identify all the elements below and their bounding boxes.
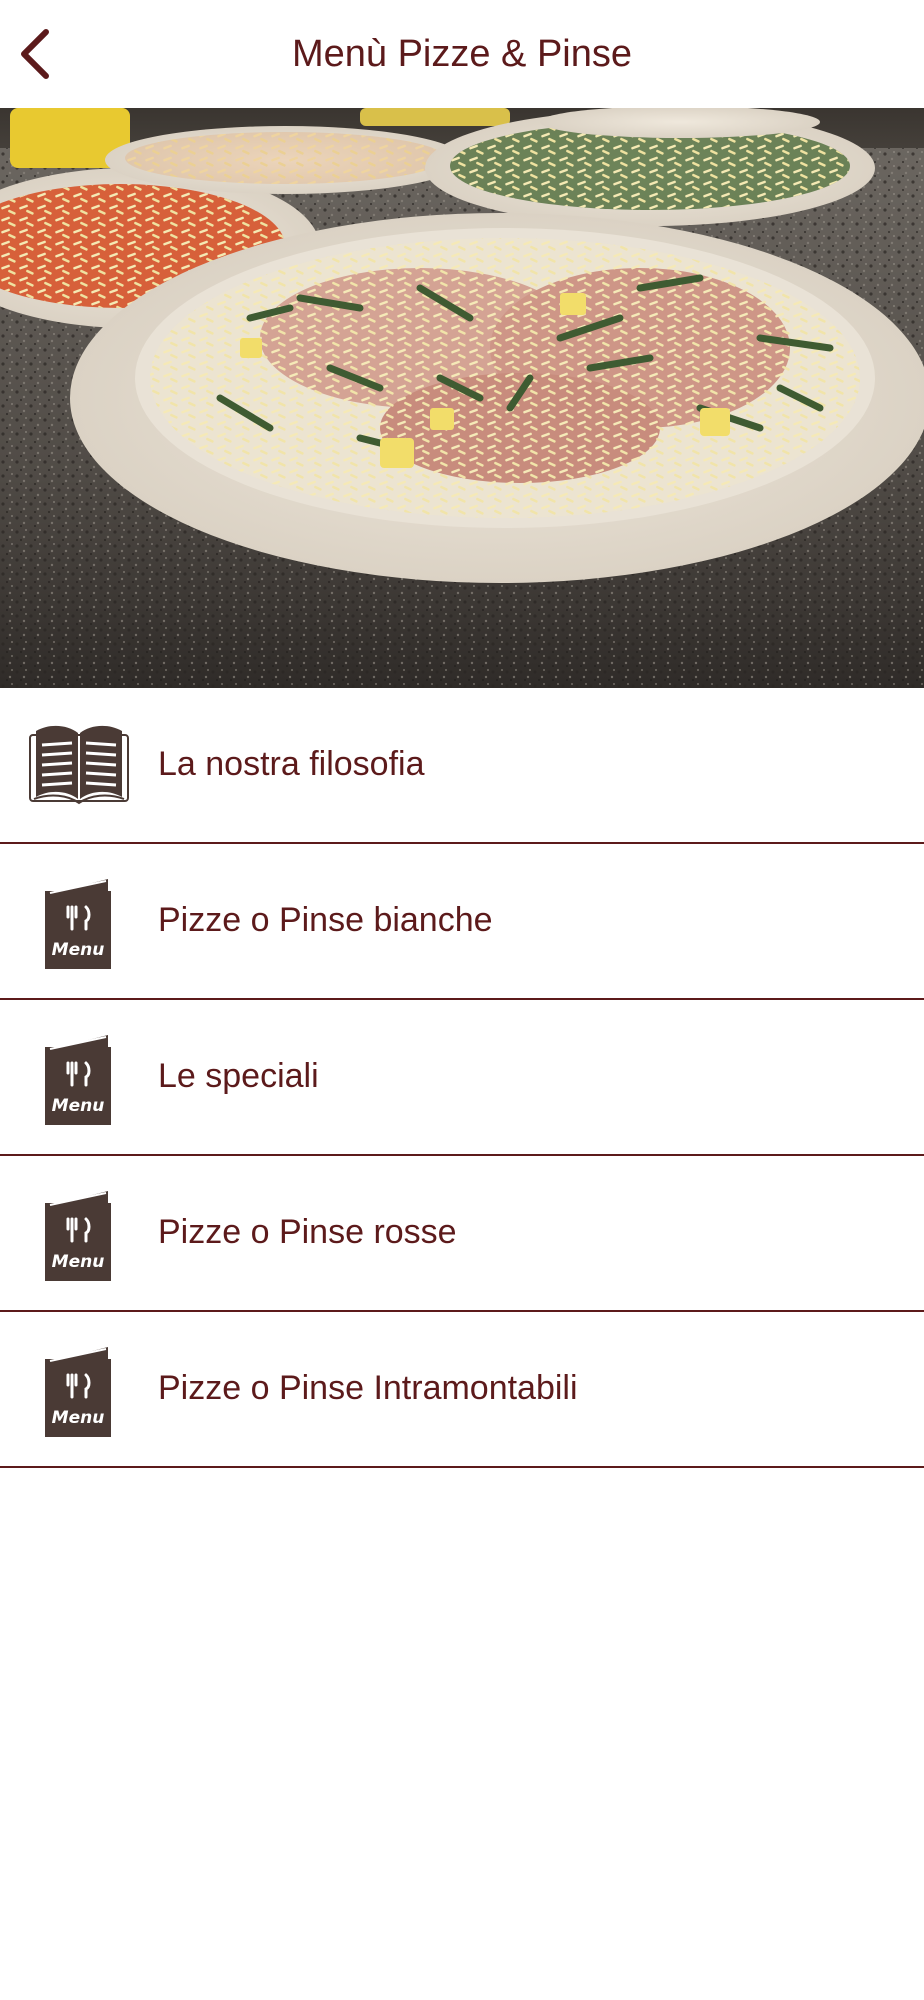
menu-item-le-speciali[interactable]: Menu Le speciali	[0, 1000, 924, 1156]
menu-card-text: Menu	[52, 1096, 105, 1116]
menu-item-label: Pizze o Pinse Intramontabili	[158, 1369, 578, 1407]
menu-item-pizze-o-pinse-rosse[interactable]: Menu Pizze o Pinse rosse	[0, 1156, 924, 1312]
menu-card-text: Menu	[52, 1408, 105, 1428]
menu-card-icon: Menu	[28, 1033, 130, 1125]
menu-item-label: Pizze o Pinse bianche	[158, 901, 493, 939]
open-book-icon	[28, 721, 130, 813]
menu-list: La nostra filosofia Menu Pizze o Pinse b…	[0, 688, 924, 1468]
menu-item-label: Pizze o Pinse rosse	[158, 1213, 457, 1251]
page-title: Menù Pizze & Pinse	[291, 33, 633, 75]
menu-card-icon: Menu	[28, 877, 130, 969]
menu-item-label: Le speciali	[158, 1057, 319, 1095]
menu-card-icon: Menu	[28, 1189, 130, 1281]
hero-pizza-photo	[0, 108, 924, 688]
navigation-header: Menù Pizze & Pinse	[0, 0, 924, 108]
menu-item-la-nostra-filosofia[interactable]: La nostra filosofia	[0, 688, 924, 844]
menu-card-text: Menu	[52, 1252, 105, 1272]
menu-item-pizze-o-pinse-intramontabili[interactable]: Menu Pizze o Pinse Intramontabili	[0, 1312, 924, 1468]
menu-card-text: Menu	[52, 940, 105, 960]
menu-item-pizze-o-pinse-bianche[interactable]: Menu Pizze o Pinse bianche	[0, 844, 924, 1000]
menu-card-icon: Menu	[28, 1345, 130, 1437]
menu-item-label: La nostra filosofia	[158, 745, 425, 783]
